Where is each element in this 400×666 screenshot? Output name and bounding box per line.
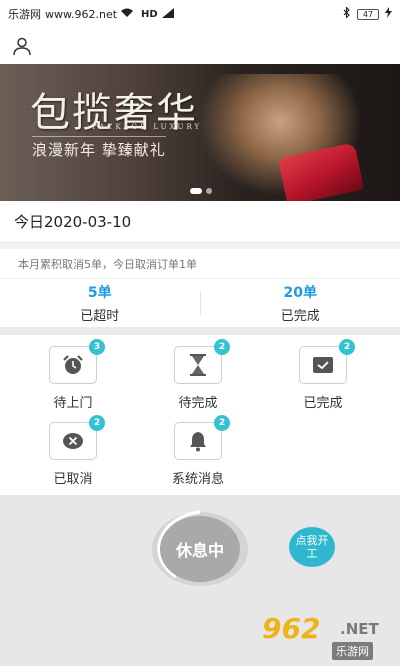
tile-badge: 2 [214, 415, 230, 431]
top-bar [0, 28, 400, 64]
tile-badge: 2 [89, 415, 105, 431]
tile-system-messages[interactable]: 2 系统消息 [143, 411, 253, 489]
site-watermark-logo: 962 .NET 乐游网 [262, 610, 396, 662]
watermark-number: 962 [262, 612, 321, 645]
wifi-icon [121, 8, 134, 21]
tile-cancelled[interactable]: 2 已取消 [18, 411, 128, 489]
battery-icon: 47 [357, 8, 379, 20]
tile-label: 系统消息 [171, 472, 224, 487]
stat-overdue-label: 已超时 [80, 309, 120, 324]
tile-completed[interactable]: 2 已完成 [268, 335, 378, 413]
status-bar: 乐游网 www.962.net HD 47 [0, 0, 400, 28]
signal-icon [161, 7, 174, 21]
check-box-icon: 2 [299, 339, 355, 384]
tile-label: 待上门 [53, 396, 93, 411]
watermark-net: .NET [340, 620, 379, 638]
order-stats: 5单 已超时 20单 已完成 [0, 279, 400, 327]
stat-completed-label: 已完成 [280, 309, 320, 324]
promo-banner[interactable]: 包揽奢华 PACKAGE LUXURY 浪漫新年 挚臻献礼 [0, 64, 400, 201]
cancel-summary: 本月累积取消5单，今日取消订单1单 [0, 249, 400, 279]
carrier-label: 乐游网 [8, 8, 41, 21]
stat-overdue-value: 5单 [87, 285, 112, 301]
alarm-clock-icon: 3 [49, 339, 105, 384]
stat-completed[interactable]: 20单 已完成 [201, 279, 400, 327]
start-work-label: 点我开工 [295, 534, 329, 560]
tile-badge: 2 [214, 339, 230, 355]
tile-label: 待完成 [178, 396, 218, 411]
hd-icon: HD [141, 8, 158, 20]
rest-status-button[interactable]: 休息中 [160, 516, 240, 582]
stat-completed-value: 20单 [283, 285, 317, 301]
pagination-dot-active[interactable] [190, 188, 202, 194]
banner-slogan: 浪漫新年 挚臻献礼 [32, 136, 166, 160]
order-category-grid: 3 待上门 2 待完成 2 已完成 2 已取消 2 系统消息 [0, 335, 400, 495]
banner-pagination[interactable] [190, 188, 212, 194]
cancel-icon: 2 [49, 415, 105, 460]
tile-label: 已完成 [303, 396, 343, 411]
bluetooth-icon [343, 6, 351, 21]
user-icon[interactable] [12, 36, 32, 56]
tile-badge: 3 [89, 339, 105, 355]
tile-label: 已取消 [53, 472, 93, 487]
stat-overdue[interactable]: 5单 已超时 [0, 279, 200, 327]
bell-icon: 2 [174, 415, 230, 460]
pagination-dot[interactable] [206, 188, 212, 194]
hourglass-icon: 2 [174, 339, 230, 384]
site-label: www.962.net [45, 7, 118, 21]
rest-status-label: 休息中 [175, 541, 224, 560]
tile-in-progress[interactable]: 2 待完成 [143, 335, 253, 413]
watermark-cn: 乐游网 [332, 642, 373, 660]
cancel-summary-text: 本月累积取消5单，今日取消订单1单 [18, 257, 197, 271]
today-date-label: 今日2020-03-10 [14, 213, 132, 231]
tile-pending-visit[interactable]: 3 待上门 [18, 335, 128, 413]
charging-icon [385, 7, 392, 21]
start-work-button[interactable]: 点我开工 [289, 527, 335, 567]
banner-subtitle: PACKAGE LUXURY [92, 123, 203, 131]
today-date: 今日2020-03-10 [0, 201, 400, 243]
tile-badge: 2 [339, 339, 355, 355]
